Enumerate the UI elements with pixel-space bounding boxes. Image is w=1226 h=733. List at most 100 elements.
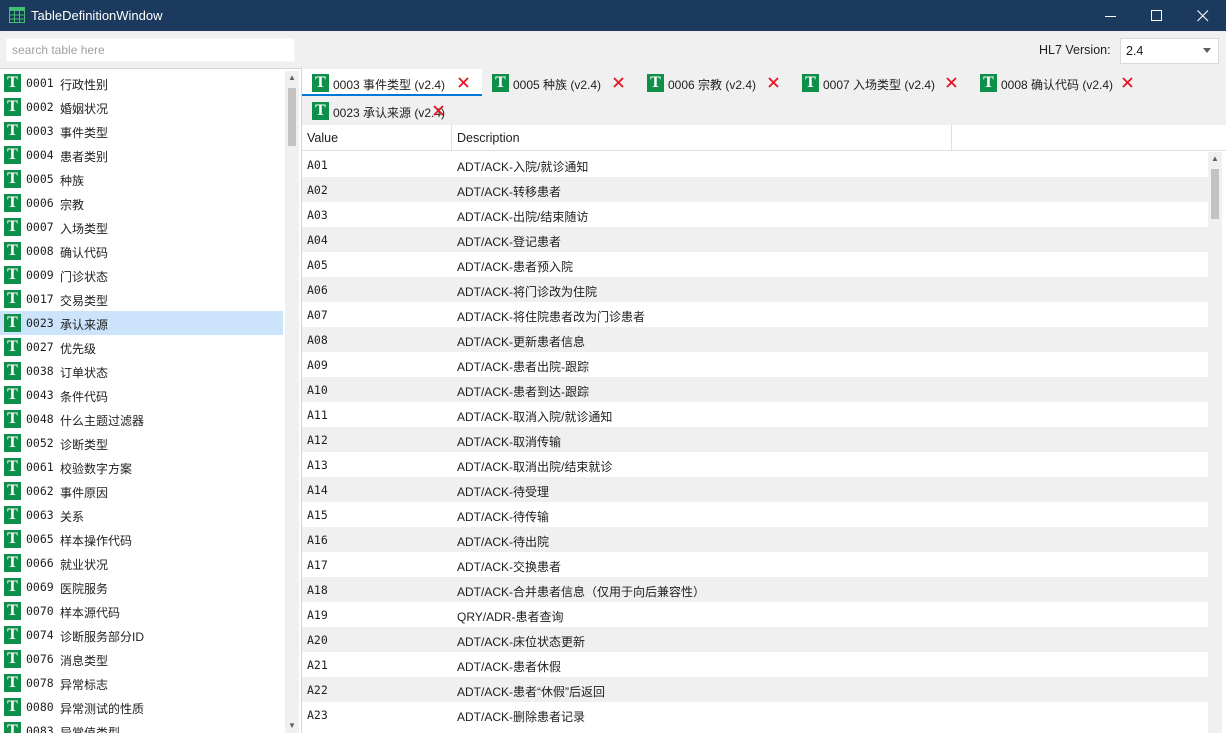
- sidebar-item-0043[interactable]: T 0043 条件代码: [0, 383, 283, 407]
- sidebar-item-0061[interactable]: T 0061 校验数字方案: [0, 455, 283, 479]
- table-row[interactable]: A06 ADT/ACK-将门诊改为住院: [302, 277, 1208, 302]
- tab-0[interactable]: T 0003 事件类型 (v2.4): [302, 69, 482, 96]
- table-name: 事件类型: [60, 126, 109, 140]
- sidebar-item-0066[interactable]: T 0066 就业状况: [0, 551, 283, 575]
- table-row[interactable]: A02 ADT/ACK-转移患者: [302, 177, 1208, 202]
- table-row[interactable]: A15 ADT/ACK-待传输: [302, 502, 1208, 527]
- table-sidebar: T 0001 行政性别 T 0002 婚姻状况 T 0003 事件类型 T 0004 患者类别 T 000…: [0, 31, 302, 733]
- close-window-button[interactable]: [1180, 0, 1226, 31]
- table-code: 0066: [26, 556, 54, 570]
- scroll-down-arrow-icon[interactable]: ▼: [285, 719, 299, 733]
- close-tab-icon[interactable]: [768, 77, 779, 88]
- sidebar-item-0063[interactable]: T 0063 关系: [0, 503, 283, 527]
- cell-description: ADT/ACK-患者休假: [457, 660, 562, 674]
- sidebar-item-0048[interactable]: T 0048 什么主题过滤器: [0, 407, 283, 431]
- maximize-button[interactable]: [1134, 0, 1180, 31]
- table-icon: T: [4, 74, 21, 92]
- table-row[interactable]: A03 ADT/ACK-出院/结束随访: [302, 202, 1208, 227]
- sidebar-item-0007[interactable]: T 0007 入场类型: [0, 215, 283, 239]
- sidebar-item-0027[interactable]: T 0027 优先级: [0, 335, 283, 359]
- sidebar-item-0017[interactable]: T 0017 交易类型: [0, 287, 283, 311]
- close-tab-icon[interactable]: [613, 77, 624, 88]
- table-row[interactable]: A18 ADT/ACK-合并患者信息（仅用于向后兼容性）: [302, 577, 1208, 602]
- table-code: 0063: [26, 508, 54, 522]
- table-code: 0048: [26, 412, 54, 426]
- table-code: 0009: [26, 268, 54, 282]
- tab-5[interactable]: T 0023 承认来源 (v2.4): [302, 97, 457, 124]
- table-icon: T: [4, 434, 21, 452]
- cell-description: ADT/ACK-取消传输: [457, 435, 562, 449]
- table-row[interactable]: A07 ADT/ACK-将住院患者改为门诊患者: [302, 302, 1208, 327]
- cell-value: A07: [307, 308, 328, 322]
- tab-1[interactable]: T 0005 种族 (v2.4): [482, 69, 637, 96]
- grid-scroll-thumb[interactable]: [1211, 169, 1219, 219]
- sidebar-item-0004[interactable]: T 0004 患者类别: [0, 143, 283, 167]
- minimize-button[interactable]: [1088, 0, 1134, 31]
- sidebar-item-0083[interactable]: T 0083 异常值类型: [0, 719, 283, 733]
- table-row[interactable]: A08 ADT/ACK-更新患者信息: [302, 327, 1208, 352]
- tab-4[interactable]: T 0008 确认代码 (v2.4): [970, 69, 1146, 96]
- table-row[interactable]: A13 ADT/ACK-取消出院/结束就诊: [302, 452, 1208, 477]
- table-row[interactable]: A10 ADT/ACK-患者到达-跟踪: [302, 377, 1208, 402]
- sidebar-item-0009[interactable]: T 0009 门诊状态: [0, 263, 283, 287]
- cell-description: ADT/ACK-患者“休假”后返回: [457, 685, 605, 699]
- sidebar-item-0062[interactable]: T 0062 事件原因: [0, 479, 283, 503]
- column-header-description[interactable]: Description: [452, 125, 952, 151]
- table-row[interactable]: A05 ADT/ACK-患者预入院: [302, 252, 1208, 277]
- table-row[interactable]: A11 ADT/ACK-取消入院/就诊通知: [302, 402, 1208, 427]
- cell-description: ADT/ACK-患者预入院: [457, 260, 574, 274]
- tab-2[interactable]: T 0006 宗教 (v2.4): [637, 69, 792, 96]
- close-tab-icon[interactable]: [946, 77, 957, 88]
- table-icon: T: [4, 362, 21, 380]
- close-tab-icon[interactable]: [433, 105, 444, 116]
- sidebar-scroll-thumb[interactable]: [288, 88, 296, 146]
- column-header-value[interactable]: Value: [302, 125, 452, 151]
- sidebar-scrollbar[interactable]: ▲ ▼: [285, 71, 299, 733]
- sidebar-item-0069[interactable]: T 0069 医院服务: [0, 575, 283, 599]
- table-row[interactable]: A01 ADT/ACK-入院/就诊通知: [302, 152, 1208, 177]
- sidebar-item-0074[interactable]: T 0074 诊断服务部分ID: [0, 623, 283, 647]
- cell-value: A05: [307, 258, 328, 272]
- scroll-up-arrow-icon[interactable]: ▲: [285, 71, 299, 85]
- sidebar-item-0080[interactable]: T 0080 异常测试的性质: [0, 695, 283, 719]
- grid-body: A01 ADT/ACK-入院/就诊通知 A02 ADT/ACK-转移患者 A03 ADT/…: [302, 152, 1208, 733]
- sidebar-item-0038[interactable]: T 0038 订单状态: [0, 359, 283, 383]
- sidebar-item-0008[interactable]: T 0008 确认代码: [0, 239, 283, 263]
- search-input[interactable]: [6, 38, 295, 62]
- table-row[interactable]: A23 ADT/ACK-删除患者记录: [302, 702, 1208, 727]
- close-tab-icon[interactable]: [458, 77, 469, 88]
- table-row[interactable]: A20 ADT/ACK-床位状态更新: [302, 627, 1208, 652]
- cell-description: ADT/ACK-患者出院-跟踪: [457, 360, 590, 374]
- table-name: 异常值类型: [60, 726, 121, 733]
- table-row[interactable]: A16 ADT/ACK-待出院: [302, 527, 1208, 552]
- grid-scrollbar[interactable]: ▲: [1208, 152, 1222, 733]
- table-name: 种族: [60, 174, 85, 188]
- table-row[interactable]: A21 ADT/ACK-患者休假: [302, 652, 1208, 677]
- table-row[interactable]: A04 ADT/ACK-登记患者: [302, 227, 1208, 252]
- chevron-down-icon: [1203, 48, 1211, 53]
- table-row[interactable]: A22 ADT/ACK-患者“休假”后返回: [302, 677, 1208, 702]
- table-row[interactable]: A19 QRY/ADR-患者查询: [302, 602, 1208, 627]
- table-code: 0074: [26, 628, 54, 642]
- sidebar-item-0002[interactable]: T 0002 婚姻状况: [0, 95, 283, 119]
- sidebar-item-0065[interactable]: T 0065 样本操作代码: [0, 527, 283, 551]
- sidebar-item-0003[interactable]: T 0003 事件类型: [0, 119, 283, 143]
- sidebar-item-0001[interactable]: T 0001 行政性别: [0, 71, 283, 95]
- scroll-up-arrow-icon[interactable]: ▲: [1208, 152, 1222, 166]
- cell-description: ADT/ACK-出院/结束随访: [457, 210, 589, 224]
- hl7-version-select[interactable]: 2.4: [1120, 38, 1219, 64]
- sidebar-item-0006[interactable]: T 0006 宗教: [0, 191, 283, 215]
- table-row[interactable]: A14 ADT/ACK-待受理: [302, 477, 1208, 502]
- tab-strip: T 0003 事件类型 (v2.4) T 0005 种族 (v2.4) T 0006 宗教…: [302, 69, 1226, 125]
- sidebar-item-0052[interactable]: T 0052 诊断类型: [0, 431, 283, 455]
- sidebar-item-0076[interactable]: T 0076 消息类型: [0, 647, 283, 671]
- sidebar-item-0070[interactable]: T 0070 样本源代码: [0, 599, 283, 623]
- sidebar-item-0023[interactable]: T 0023 承认来源: [0, 311, 283, 335]
- table-row[interactable]: A09 ADT/ACK-患者出院-跟踪: [302, 352, 1208, 377]
- table-row[interactable]: A12 ADT/ACK-取消传输: [302, 427, 1208, 452]
- sidebar-item-0005[interactable]: T 0005 种族: [0, 167, 283, 191]
- table-row[interactable]: A17 ADT/ACK-交换患者: [302, 552, 1208, 577]
- sidebar-item-0078[interactable]: T 0078 异常标志: [0, 671, 283, 695]
- close-tab-icon[interactable]: [1122, 77, 1133, 88]
- tab-3[interactable]: T 0007 入场类型 (v2.4): [792, 69, 970, 96]
